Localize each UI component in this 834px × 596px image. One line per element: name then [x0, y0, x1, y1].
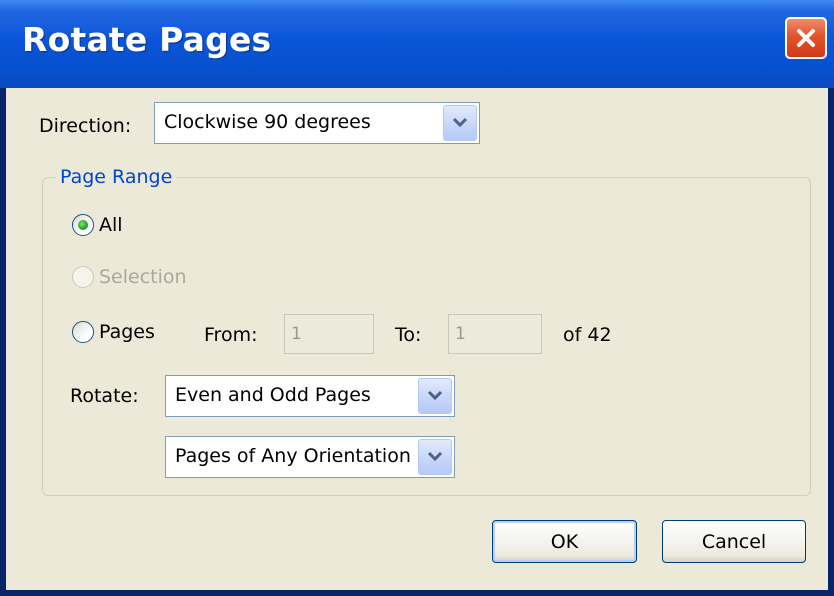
ok-button[interactable]: OK [492, 520, 637, 563]
dialog-title: Rotate Pages [22, 20, 272, 59]
rotate-parity-dropdown[interactable]: Even and Odd Pages [165, 375, 455, 417]
rotate-pages-dialog: Rotate Pages Direction: Clockwise 90 deg… [0, 0, 834, 596]
chevron-down-icon [427, 451, 443, 462]
page-count-label: of 42 [563, 324, 612, 346]
to-input[interactable]: 1 [448, 314, 542, 354]
radio-selected-icon [78, 220, 88, 230]
close-icon [797, 29, 815, 47]
rotate-orientation-dropdown-arrow[interactable] [418, 439, 452, 475]
page-range-legend: Page Range [56, 166, 177, 188]
selection-label: Selection [99, 266, 187, 288]
direction-label: Direction: [39, 115, 132, 137]
rotate-parity-value: Even and Odd Pages [175, 384, 371, 406]
direction-dropdown[interactable]: Clockwise 90 degrees [154, 102, 480, 144]
direction-dropdown-arrow[interactable] [443, 105, 477, 141]
to-label: To: [395, 324, 422, 346]
from-label: From: [204, 324, 258, 346]
selection-radio [72, 266, 94, 288]
rotate-orientation-dropdown[interactable]: Pages of Any Orientation [165, 436, 455, 478]
chevron-down-icon [427, 390, 443, 401]
cancel-button[interactable]: Cancel [662, 520, 806, 563]
pages-radio[interactable] [72, 321, 94, 343]
dialog-body: Direction: Clockwise 90 degrees Page Ran… [6, 88, 828, 590]
close-button[interactable] [785, 17, 827, 59]
rotate-label: Rotate: [70, 385, 139, 407]
rotate-orientation-value: Pages of Any Orientation [175, 445, 411, 467]
all-radio[interactable] [72, 214, 94, 236]
rotate-parity-dropdown-arrow[interactable] [418, 378, 452, 414]
title-bar[interactable]: Rotate Pages [0, 0, 834, 88]
from-input[interactable]: 1 [284, 314, 374, 354]
chevron-down-icon [452, 117, 468, 128]
pages-label: Pages [99, 321, 155, 343]
direction-value: Clockwise 90 degrees [164, 111, 371, 133]
all-label: All [99, 214, 123, 236]
